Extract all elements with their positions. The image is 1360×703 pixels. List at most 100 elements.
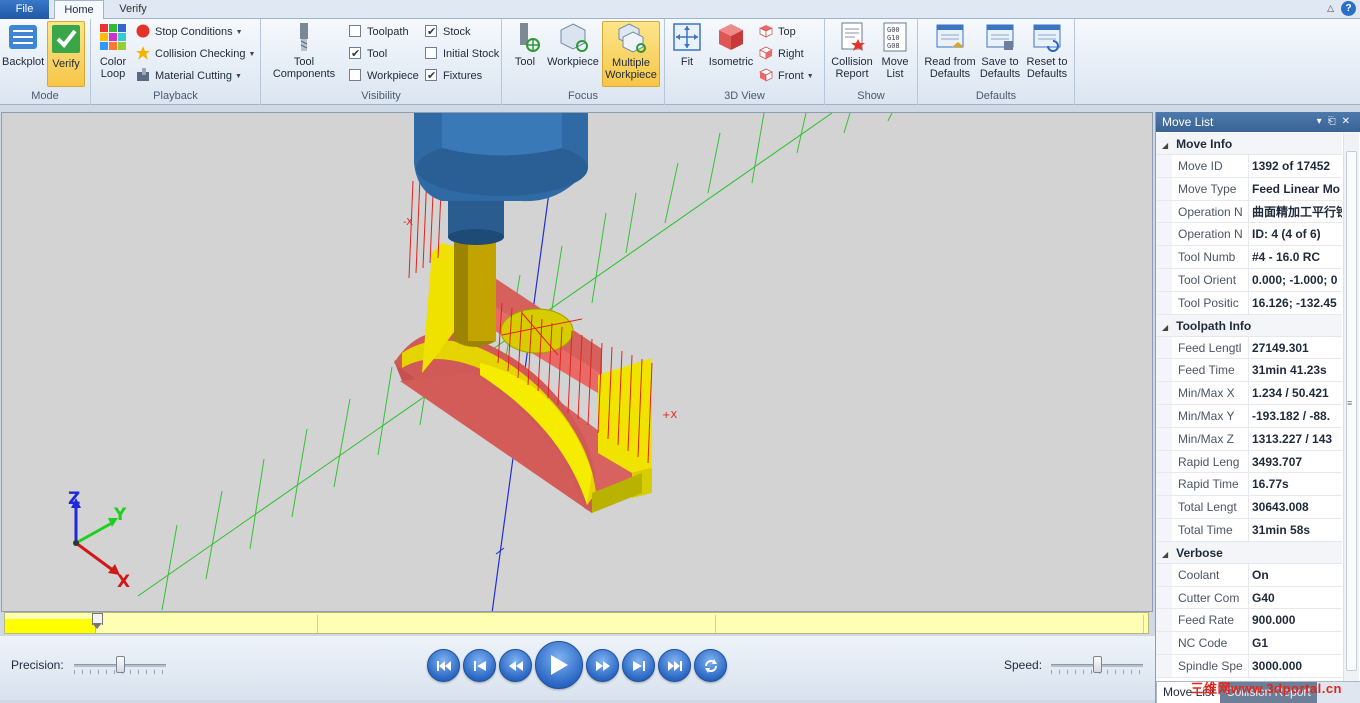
loop-button[interactable] [694, 649, 727, 682]
collapse-triangle-icon[interactable]: ◢ [1162, 550, 1168, 559]
property-row[interactable]: Tool Positic 16.126; -132.45 [1156, 291, 1342, 315]
color-grid-icon [97, 21, 129, 53]
collapse-triangle-icon[interactable]: ◢ [1162, 323, 1168, 332]
property-row[interactable]: Feed Rate 900.000 [1156, 609, 1342, 633]
property-value: 31min 58s [1252, 522, 1311, 537]
backplot-button[interactable]: Backplot [2, 21, 44, 87]
property-category[interactable]: ◢ Move Info [1156, 133, 1342, 155]
property-row[interactable]: Min/Max Y -193.182 / -88. [1156, 404, 1342, 428]
checkbox-box[interactable] [349, 25, 361, 37]
property-row[interactable]: Coolant On [1156, 563, 1342, 587]
tab-verify[interactable]: Verify [108, 0, 158, 19]
axis-triad [71, 498, 120, 575]
3d-viewport[interactable]: -X +X Z Y X [1, 112, 1153, 612]
top-view-button[interactable]: Top [759, 23, 796, 41]
go-to-start-button[interactable] [427, 649, 460, 682]
stop-conditions-button[interactable]: Stop Conditions ▼ [136, 23, 243, 41]
property-name: Spindle Spe [1172, 654, 1249, 677]
go-to-end-button[interactable] [658, 649, 691, 682]
tool-components-label: Tool Components [272, 56, 336, 80]
front-view-label: Front [778, 70, 804, 82]
property-row[interactable]: Rapid Leng 3493.707 [1156, 450, 1342, 474]
checkbox-box[interactable] [349, 45, 361, 63]
property-row[interactable]: Operation N ID: 4 (4 of 6) [1156, 223, 1342, 247]
stock-checkbox[interactable]: Stock [425, 23, 471, 41]
rewind-button[interactable] [499, 649, 532, 682]
pin-icon[interactable]: ⎗ [1328, 116, 1342, 127]
material-cutting-button[interactable]: Material Cutting ▼ [136, 67, 242, 85]
property-gutter [1156, 586, 1172, 609]
speed-slider-thumb[interactable] [1092, 656, 1102, 673]
property-row[interactable]: Cutter Com G40 [1156, 586, 1342, 610]
checkbox-box[interactable] [425, 47, 437, 59]
property-category[interactable]: ◢ Toolpath Info [1156, 314, 1342, 337]
toolpath-checkbox[interactable]: Toolpath [349, 23, 409, 41]
property-grid-scrollbar[interactable]: ≡ [1343, 133, 1359, 681]
property-row[interactable]: Move Type Feed Linear Mo [1156, 177, 1342, 201]
collision-checking-button[interactable]: Collision Checking ▼ [136, 45, 255, 63]
tool-components-button[interactable]: Tool Components [265, 21, 343, 87]
checkbox-box[interactable] [425, 23, 437, 41]
read-defaults-button[interactable]: Read from Defaults [922, 21, 978, 87]
property-row[interactable]: Feed Time 31min 41.23s [1156, 359, 1342, 383]
save-defaults-button[interactable]: Save to Defaults [978, 21, 1022, 87]
fixtures-checkbox[interactable]: Fixtures [425, 67, 482, 85]
chevron-down-icon: ▼ [235, 29, 243, 36]
tool-checkbox[interactable]: Tool [349, 45, 387, 63]
right-view-button[interactable]: Right [759, 45, 804, 63]
color-loop-button[interactable]: Color Loop [95, 21, 131, 87]
front-view-button[interactable]: Front ▼ [759, 67, 814, 85]
focus-multiple-workpiece-button[interactable]: Multiple Workpiece [602, 21, 660, 87]
group-show-label: Show [857, 90, 885, 102]
precision-slider-thumb[interactable] [115, 656, 125, 673]
reset-defaults-button[interactable]: Reset to Defaults [1024, 21, 1070, 87]
group-visibility: Tool Components Toolpath Tool Workpiece … [261, 19, 502, 105]
checkbox-box[interactable] [425, 67, 437, 85]
isometric-button[interactable]: Isometric [707, 21, 755, 87]
tab-file[interactable]: File [0, 0, 49, 19]
property-category[interactable]: ◢ Verbose [1156, 541, 1342, 564]
collapse-ribbon-icon[interactable]: △ [1327, 1, 1334, 16]
precision-slider[interactable] [74, 656, 166, 676]
move-list-button[interactable]: G00 G10 G08 Move List [877, 21, 913, 87]
property-row[interactable]: Total Time 31min 58s [1156, 518, 1342, 542]
help-icon[interactable]: ? [1341, 1, 1356, 16]
isometric-cube-icon [715, 21, 747, 53]
property-row[interactable]: Tool Orient 0.000; -1.000; 0 [1156, 268, 1342, 292]
focus-tool-button[interactable]: Tool [508, 21, 542, 87]
workpiece-checkbox[interactable]: Workpiece [349, 67, 419, 85]
initial-stock-checkbox[interactable]: Initial Stock [425, 45, 499, 63]
property-row[interactable]: Operation N 曲面精加工平行铣 [1156, 200, 1342, 224]
play-button[interactable] [535, 641, 583, 689]
step-forward-button[interactable] [622, 649, 655, 682]
verify-button[interactable]: Verify [47, 21, 85, 87]
fast-forward-button[interactable] [586, 649, 619, 682]
workpiece-label: Workpiece [367, 70, 419, 82]
scrollbar-thumb[interactable] [1346, 151, 1357, 671]
collapse-triangle-icon[interactable]: ◢ [1162, 141, 1168, 150]
timeline-handle[interactable] [92, 613, 104, 629]
focus-workpiece-button[interactable]: Workpiece [546, 21, 600, 87]
timeline-operation-marker [317, 615, 318, 633]
svg-text:G00: G00 [887, 26, 900, 34]
tab-home[interactable]: Home [54, 0, 104, 20]
step-back-button[interactable] [463, 649, 496, 682]
property-row[interactable]: Rapid Time 16.77s [1156, 473, 1342, 497]
panel-menu-icon[interactable]: ▾ [1317, 116, 1328, 127]
checkbox-box[interactable] [349, 69, 361, 81]
fit-button[interactable]: Fit [669, 21, 705, 87]
property-row[interactable]: Tool Numb #4 - 16.0 RC [1156, 246, 1342, 269]
property-row[interactable]: Min/Max X 1.234 / 50.421 [1156, 382, 1342, 405]
property-row[interactable]: Min/Max Z 1313.227 / 143 [1156, 427, 1342, 451]
collision-report-button[interactable]: Collision Report [829, 21, 875, 87]
timeline-bar[interactable] [4, 612, 1149, 634]
group-3d-view-label: 3D View [724, 90, 765, 102]
property-row[interactable]: Total Lengt 30643.008 [1156, 496, 1342, 519]
property-row[interactable]: NC Code G1 [1156, 632, 1342, 655]
speed-slider[interactable] [1051, 656, 1143, 676]
property-row[interactable]: Move ID 1392 of 17452 [1156, 155, 1342, 178]
property-row[interactable]: Spindle Spe 3000.000 [1156, 654, 1342, 678]
property-row[interactable]: Feed Lengtl 27149.301 [1156, 336, 1342, 360]
read-defaults-label: Read from Defaults [924, 56, 976, 80]
close-icon[interactable]: ✕ [1342, 116, 1356, 127]
